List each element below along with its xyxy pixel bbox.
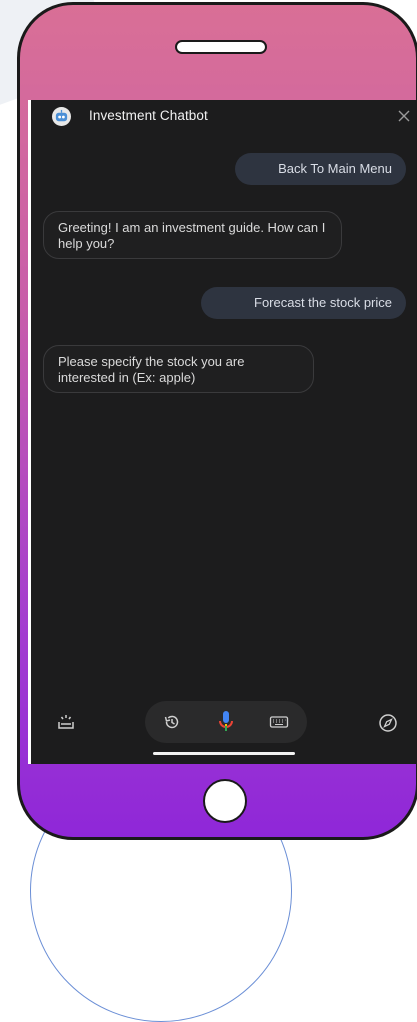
bot-message: Greeting! I am an investment guide. How … bbox=[43, 211, 342, 259]
close-icon[interactable] bbox=[392, 104, 416, 128]
chat-header: Investment Chatbot bbox=[31, 100, 416, 134]
assistant-input-bar bbox=[145, 701, 307, 743]
bot-avatar-icon bbox=[52, 107, 71, 126]
phone-speaker bbox=[175, 40, 267, 54]
microphone-icon[interactable] bbox=[215, 711, 237, 733]
user-message[interactable]: Back To Main Menu bbox=[235, 153, 406, 185]
history-icon[interactable] bbox=[161, 711, 183, 733]
phone-home-button bbox=[203, 779, 247, 823]
gesture-navigation-bar[interactable] bbox=[153, 752, 295, 755]
user-message[interactable]: Forecast the stock price bbox=[201, 287, 406, 319]
explore-compass-icon[interactable] bbox=[377, 712, 399, 734]
chat-title: Investment Chatbot bbox=[89, 108, 208, 123]
bot-message: Please specify the stock you are interes… bbox=[43, 345, 314, 393]
assistant-snapshot-icon[interactable] bbox=[55, 711, 77, 733]
chat-screen: Investment Chatbot Back To Main Menu Gre… bbox=[28, 100, 416, 764]
keyboard-icon[interactable] bbox=[268, 711, 290, 733]
phone-frame: Investment Chatbot Back To Main Menu Gre… bbox=[17, 2, 417, 840]
